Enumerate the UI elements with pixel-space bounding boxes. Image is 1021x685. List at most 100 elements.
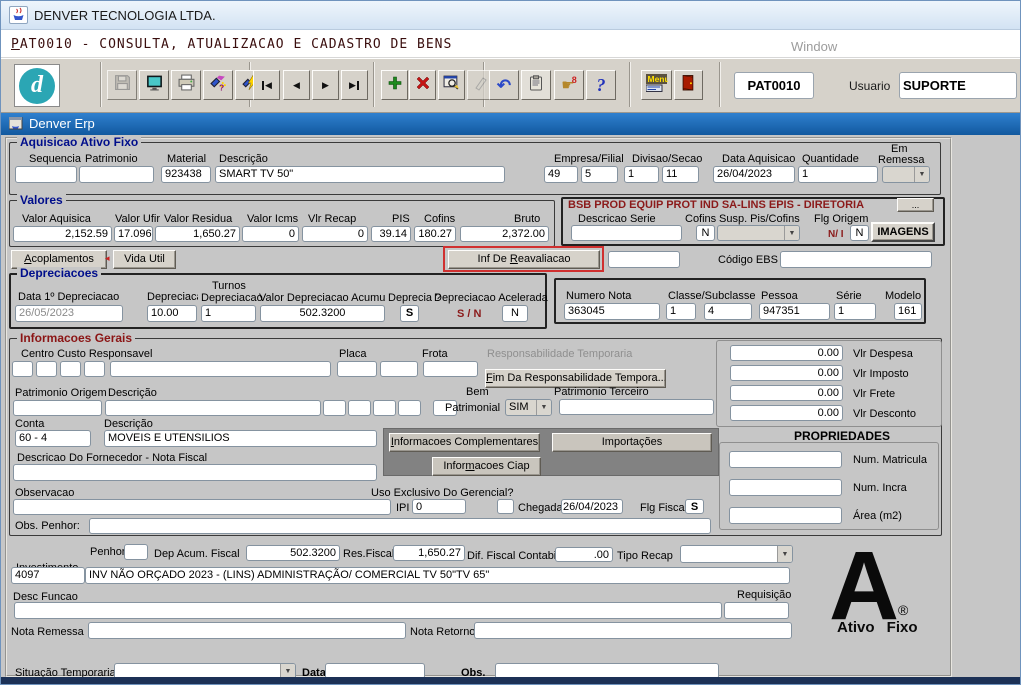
- next-record-button[interactable]: ▶: [312, 70, 339, 100]
- fornecedor-field[interactable]: [13, 464, 377, 481]
- data-aquisicao-field[interactable]: 26/04/2023: [713, 166, 795, 183]
- menu-item-pat0010[interactable]: PAT0010 - CONSULTA, ATUALIZACAO E CADAST…: [11, 37, 452, 52]
- divisao-field[interactable]: 1: [624, 166, 659, 183]
- modelo-field[interactable]: 161: [894, 303, 922, 320]
- save-button[interactable]: [107, 70, 137, 100]
- origem-descricao-field[interactable]: [105, 400, 321, 416]
- num-matricula-field[interactable]: [729, 451, 842, 468]
- uso-gerencial-checkbox[interactable]: [497, 499, 514, 514]
- origem-seg1-field[interactable]: [323, 400, 346, 416]
- vlr-desconto-field[interactable]: 0.00: [730, 405, 843, 421]
- serie-nota-field[interactable]: 1: [834, 303, 876, 320]
- pessoa-field[interactable]: 947351: [759, 303, 830, 320]
- em-remessa-dropdown[interactable]: ▼: [882, 166, 930, 183]
- investimento-code-field[interactable]: 4097: [11, 567, 85, 584]
- delete-record-button[interactable]: [409, 70, 436, 100]
- previous-record-button[interactable]: ◀: [283, 70, 310, 100]
- dep-acum-fiscal-field[interactable]: 502.3200: [246, 545, 340, 561]
- placa-field[interactable]: [337, 361, 377, 377]
- dif-fiscal-contabil-field[interactable]: .00: [555, 547, 613, 562]
- patrimonio-origem-field[interactable]: [13, 400, 102, 416]
- browse-dots-button[interactable]: ...: [897, 198, 934, 212]
- serie-cofins-field[interactable]: N: [696, 225, 715, 241]
- subclasse-field[interactable]: 4: [704, 303, 752, 320]
- data-1a-depreciacao-field[interactable]: 26/05/2023: [15, 305, 123, 322]
- descricao-field[interactable]: SMART TV 50": [215, 166, 505, 183]
- informacoes-complementares-button[interactable]: Informacoes Complementares: [389, 433, 540, 452]
- num-incra-field[interactable]: [729, 479, 842, 496]
- valor-depreciacao-acumulado-field[interactable]: 502.3200: [260, 305, 385, 322]
- query-enter-button[interactable]: ?: [203, 70, 233, 100]
- bem-patrimonial-dropdown[interactable]: SIM▼: [505, 399, 552, 416]
- origem-seg4-field[interactable]: [398, 400, 421, 416]
- susp-pis-cofins-dropdown[interactable]: ▼: [717, 225, 800, 241]
- pis-field[interactable]: 39.14: [371, 226, 411, 242]
- origem-seg2-field[interactable]: [348, 400, 371, 416]
- area-m2-field[interactable]: [729, 507, 842, 524]
- program-code-field[interactable]: PAT0010: [734, 72, 814, 99]
- vlr-frete-field[interactable]: 0.00: [730, 385, 843, 401]
- tipo-recap-dropdown[interactable]: ▼: [680, 545, 793, 563]
- descricao-serie-field[interactable]: [571, 225, 682, 241]
- vlr-recap-field[interactable]: 0: [302, 226, 368, 242]
- codigo-ebs-field[interactable]: [780, 251, 932, 268]
- conta-field[interactable]: 60 - 4: [15, 430, 91, 447]
- flg-origem-field[interactable]: N: [850, 225, 869, 241]
- imagens-button[interactable]: IMAGENS: [871, 222, 935, 242]
- inf-reavaliacao-button[interactable]: Inf De Reavaliacao: [448, 250, 600, 269]
- cofins-field[interactable]: 180.27: [414, 226, 456, 242]
- vlr-imposto-field[interactable]: 0.00: [730, 365, 843, 381]
- turnos-depreciacao-field[interactable]: 1: [201, 305, 256, 322]
- filial-field[interactable]: 5: [581, 166, 618, 183]
- empresa-field[interactable]: 49: [544, 166, 578, 183]
- patrimonio-terceiro-field[interactable]: [559, 399, 714, 415]
- depreciacao-acelerada-field[interactable]: N: [502, 305, 528, 322]
- frota-field[interactable]: [423, 361, 478, 377]
- shortcut-keys-button[interactable]: ☛8: [554, 70, 584, 100]
- exit-button[interactable]: [674, 70, 703, 100]
- res-fiscal-field[interactable]: 1,650.27: [393, 545, 465, 561]
- menu-button[interactable]: Menu: [641, 70, 672, 100]
- secao-field[interactable]: 11: [662, 166, 699, 183]
- undo-button[interactable]: ↶: [489, 70, 519, 100]
- patrimonio-field[interactable]: [79, 166, 154, 183]
- placa-extra-field[interactable]: [380, 361, 418, 377]
- deprecia-field[interactable]: S: [400, 305, 419, 322]
- desc-funcao-field[interactable]: [14, 602, 722, 619]
- valor-ufir-field[interactable]: 17.0968: [114, 226, 153, 242]
- vida-util-button[interactable]: Vida Util: [113, 250, 176, 269]
- quantidade-field[interactable]: 1: [798, 166, 878, 183]
- nota-retorno-field[interactable]: [474, 622, 792, 639]
- menu-item-window[interactable]: Window: [791, 39, 837, 54]
- centro-custo-seg4-field[interactable]: [84, 361, 105, 377]
- reavaliacao-extra-field[interactable]: [608, 251, 680, 268]
- bruto-field[interactable]: 2,372.00: [460, 226, 549, 242]
- usuario-field[interactable]: SUPORTE: [899, 72, 1017, 99]
- clipboard-button[interactable]: [521, 70, 551, 100]
- screen-button[interactable]: [139, 70, 169, 100]
- sequencia-field[interactable]: [15, 166, 77, 183]
- insert-record-button[interactable]: [381, 70, 408, 100]
- nota-remessa-field[interactable]: [88, 622, 406, 639]
- flg-fiscal-field[interactable]: S: [685, 499, 704, 514]
- centro-custo-seg1-field[interactable]: [12, 361, 33, 377]
- valor-icms-field[interactable]: 0: [242, 226, 299, 242]
- ipi-field[interactable]: 0: [412, 499, 466, 514]
- find-record-button[interactable]: [438, 70, 465, 100]
- penhor-field[interactable]: [124, 544, 148, 560]
- obs-penhor-field[interactable]: [89, 518, 711, 534]
- responsavel-field[interactable]: [110, 361, 331, 377]
- investimento-descricao-field[interactable]: INV NÃO ORÇADO 2023 - (LINS) ADMINISTRAÇ…: [85, 567, 790, 584]
- conta-descricao-field[interactable]: MOVEIS E UTENSILIOS: [104, 430, 377, 447]
- requisicao-field[interactable]: [724, 602, 789, 619]
- valor-residual-field[interactable]: 1,650.27: [155, 226, 240, 242]
- chegada-field[interactable]: 26/04/2023: [561, 499, 623, 514]
- centro-custo-seg2-field[interactable]: [36, 361, 57, 377]
- observacao-field[interactable]: [13, 499, 391, 515]
- classe-field[interactable]: 1: [666, 303, 696, 320]
- informacoes-ciap-button[interactable]: Informacoes Ciap: [432, 457, 541, 476]
- material-field[interactable]: 923438: [161, 166, 211, 183]
- origem-seg3-field[interactable]: [373, 400, 396, 416]
- last-record-button[interactable]: ▶: [341, 70, 368, 100]
- valor-aquisicao-field[interactable]: 2,152.59: [13, 226, 112, 242]
